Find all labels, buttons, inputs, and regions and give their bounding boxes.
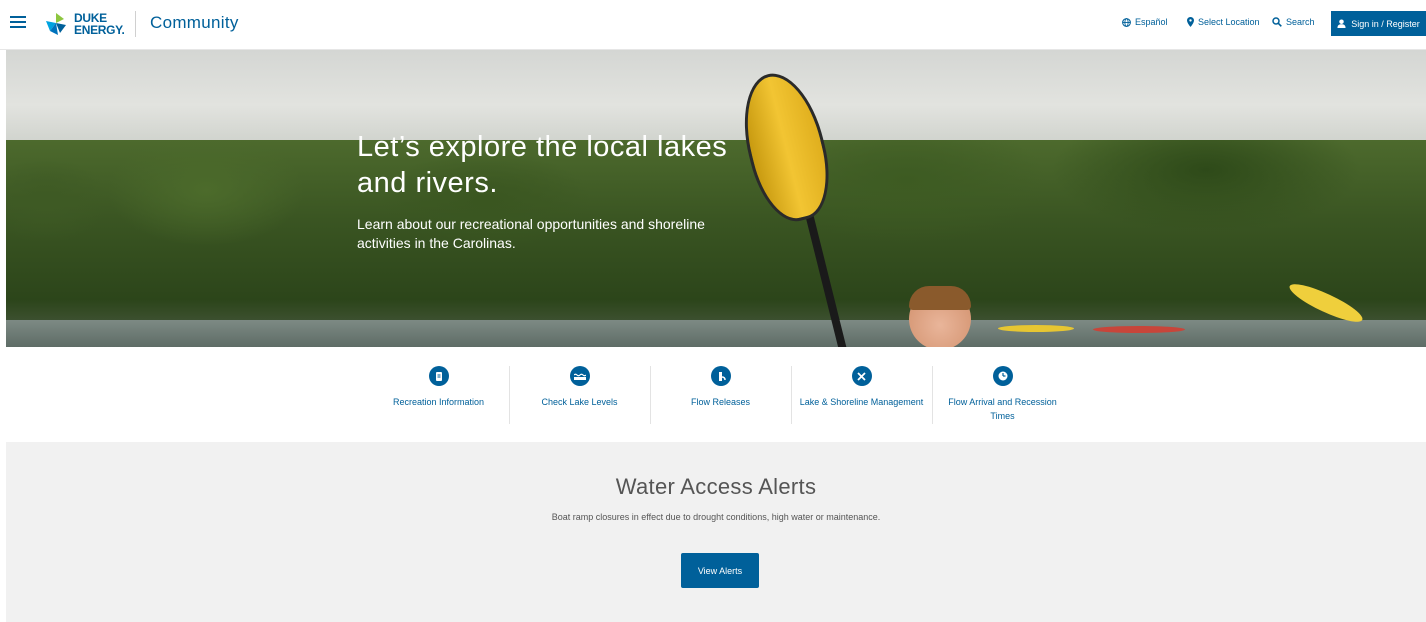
- logo-mark-icon: [46, 13, 66, 35]
- hero-subtitle: Learn about our recreational opportuniti…: [357, 216, 705, 251]
- kayak-yellow: [998, 325, 1074, 332]
- quick-link-label: Check Lake Levels: [541, 397, 618, 407]
- quick-link-recreation[interactable]: Recreation Information: [368, 362, 509, 424]
- sign-in-label: Sign in / Register: [1351, 18, 1420, 29]
- language-link[interactable]: Español: [1122, 17, 1168, 27]
- document-icon: [428, 366, 449, 386]
- water-access-alerts: Water Access Alerts Boat ramp closures i…: [6, 442, 1426, 622]
- search-label: Search: [1286, 17, 1315, 27]
- hero-banner: Let’s explore the local lakes and rivers…: [6, 50, 1426, 347]
- user-icon: [1337, 19, 1346, 28]
- section-title[interactable]: Community: [150, 13, 239, 33]
- hero-title: Let’s explore the local lakes and rivers…: [357, 131, 728, 199]
- location-pin-icon: [1187, 17, 1194, 27]
- quick-link-flow-releases[interactable]: Flow Releases: [650, 362, 791, 424]
- language-label: Español: [1135, 17, 1168, 27]
- search-link[interactable]: Search: [1272, 17, 1315, 27]
- site-header: DUKE ENERGY. Community Español Select Lo…: [0, 0, 1426, 50]
- globe-icon: [1122, 17, 1131, 27]
- quick-links: Recreation Information Check Lake Levels…: [368, 362, 1073, 424]
- clock-icon: [992, 366, 1013, 386]
- search-icon: [1272, 17, 1282, 27]
- hero-water: [6, 320, 1426, 347]
- quick-link-label: Flow Arrival and Recession Times: [948, 397, 1057, 421]
- alerts-description: Boat ramp closures in effect due to drou…: [551, 512, 881, 522]
- quick-link-label: Lake & Shoreline Management: [799, 397, 924, 407]
- header-divider: [135, 11, 136, 37]
- quick-link-lake-levels[interactable]: Check Lake Levels: [509, 362, 650, 424]
- sign-in-button[interactable]: Sign in / Register: [1331, 11, 1426, 36]
- select-location-link[interactable]: Select Location: [1187, 17, 1260, 27]
- kayaker-hair: [909, 286, 971, 310]
- menu-icon[interactable]: [10, 16, 26, 30]
- quick-link-label: Recreation Information: [392, 397, 485, 407]
- quick-link-flow-arrival[interactable]: Flow Arrival and Recession Times: [932, 362, 1073, 424]
- duke-energy-logo[interactable]: DUKE ENERGY.: [42, 9, 126, 39]
- flow-icon: [710, 366, 731, 386]
- quick-link-shoreline-management[interactable]: Lake & Shoreline Management: [791, 362, 932, 424]
- location-label: Select Location: [1198, 17, 1260, 27]
- tools-icon: [851, 366, 872, 386]
- view-alerts-button[interactable]: View Alerts: [681, 553, 759, 588]
- water-level-icon: [569, 366, 590, 386]
- quick-link-label: Flow Releases: [690, 397, 751, 407]
- kayak-red: [1093, 326, 1185, 333]
- logo-text: DUKE ENERGY.: [74, 12, 125, 36]
- logo-line-2: ENERGY.: [74, 23, 125, 37]
- alerts-title: Water Access Alerts: [615, 474, 817, 499]
